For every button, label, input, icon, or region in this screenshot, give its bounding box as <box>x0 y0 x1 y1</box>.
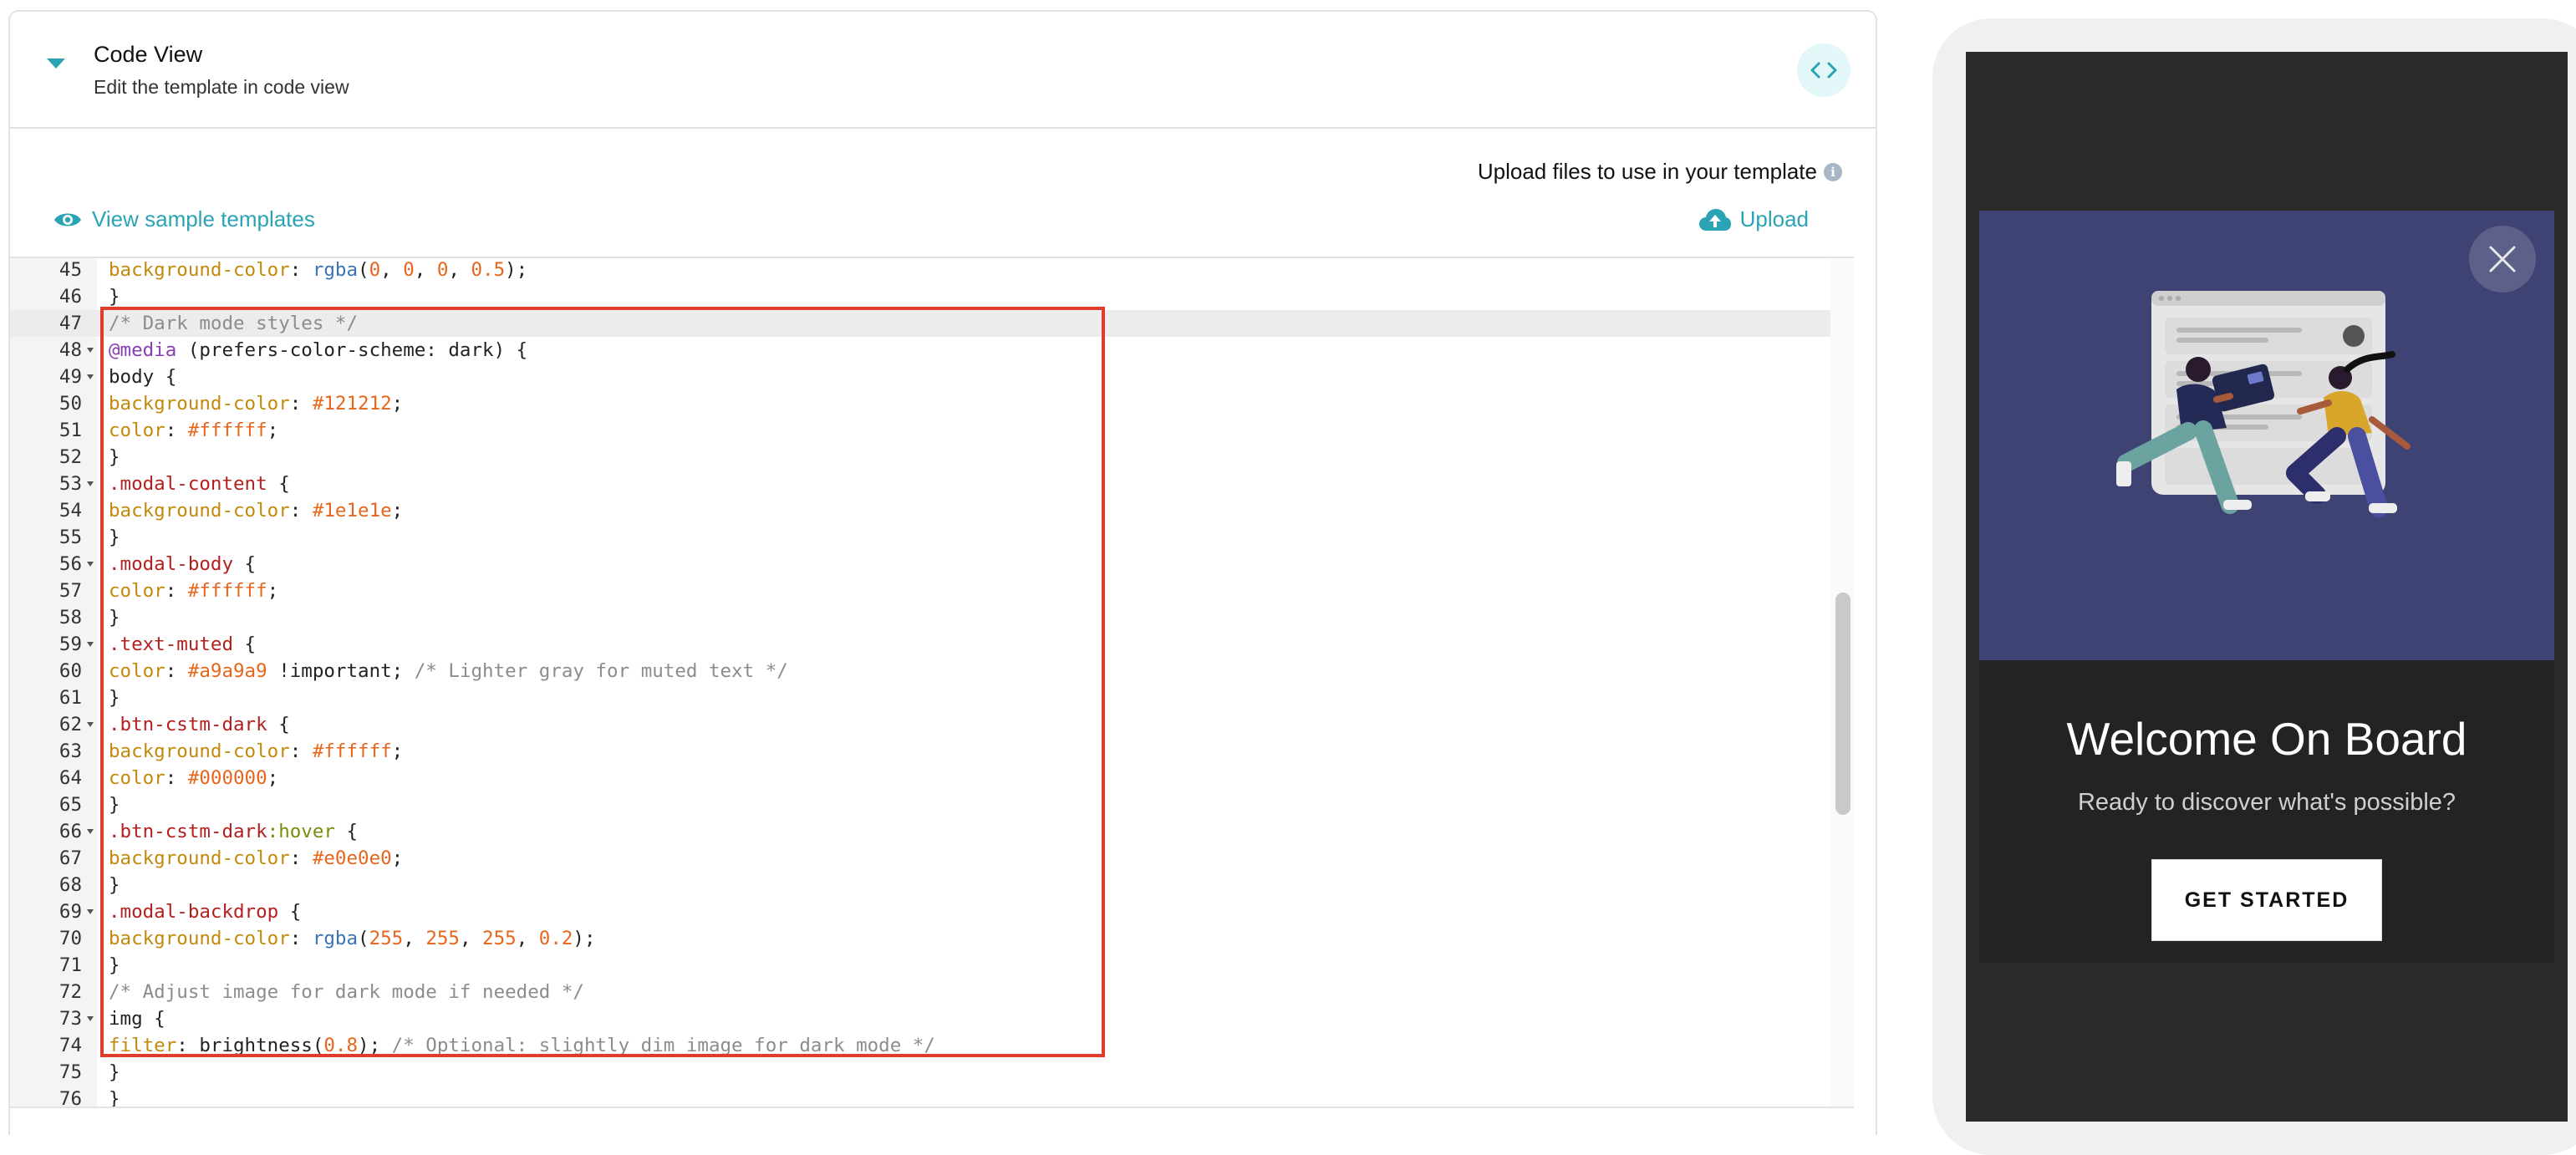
line-number: 74 <box>10 1032 82 1059</box>
line-number: 66 <box>10 818 82 845</box>
line-number: 49 <box>10 364 82 390</box>
code-token: 0.5 <box>471 259 506 281</box>
line-number: 63 <box>10 738 82 765</box>
fold-arrow-icon[interactable] <box>87 909 94 914</box>
line-number: 62 <box>10 711 82 738</box>
fold-arrow-icon[interactable] <box>87 1016 94 1021</box>
line-number: 70 <box>10 925 82 952</box>
line-number: 67 <box>10 845 82 872</box>
code-text: background-color: rgba(0, 0, 0, 0.5); <box>109 257 527 283</box>
code-token: , <box>448 259 471 281</box>
code-line[interactable]: 45 background-color: rgba(0, 0, 0, 0.5); <box>10 257 1854 283</box>
info-icon[interactable]: i <box>1824 163 1842 181</box>
code-token: ); <box>505 259 527 281</box>
view-sample-templates-link[interactable]: View sample templates <box>53 206 315 232</box>
fold-arrow-icon[interactable] <box>87 348 94 353</box>
line-number: 60 <box>10 658 82 684</box>
scrollbar-thumb[interactable] <box>1835 593 1851 815</box>
code-token: background-color <box>109 259 290 281</box>
line-number: 46 <box>10 283 82 310</box>
modal-close-button[interactable] <box>2469 226 2536 293</box>
view-sample-templates-label: View sample templates <box>92 206 315 232</box>
fold-arrow-icon[interactable] <box>87 829 94 834</box>
line-number: 56 <box>10 551 82 578</box>
line-number: 51 <box>10 417 82 444</box>
code-token: rgba <box>313 259 358 281</box>
code-token: , <box>380 259 403 281</box>
code-text: } <box>109 1086 120 1108</box>
line-number: 76 <box>10 1086 82 1108</box>
get-started-button[interactable]: GET STARTED <box>2151 859 2382 941</box>
code-line[interactable]: 75} <box>10 1059 1854 1086</box>
editor-scrollbar[interactable] <box>1830 258 1854 1107</box>
line-number: 61 <box>10 684 82 711</box>
line-number: 58 <box>10 604 82 631</box>
fold-arrow-icon[interactable] <box>87 722 94 727</box>
code-token: } <box>109 1061 120 1083</box>
code-text: } <box>109 1059 120 1086</box>
line-number: 54 <box>10 497 82 524</box>
line-number: 71 <box>10 952 82 979</box>
hero-image <box>1979 211 2554 660</box>
line-number: 57 <box>10 578 82 604</box>
upload-label: Upload <box>1740 206 1809 232</box>
team-collaboration-illustration <box>1979 211 2554 660</box>
collapse-chevron-icon[interactable] <box>47 59 65 69</box>
code-view-toggle-button[interactable] <box>1797 43 1851 97</box>
fold-arrow-icon[interactable] <box>87 374 94 379</box>
code-token: ( <box>358 259 369 281</box>
line-number: 59 <box>10 631 82 658</box>
preview-modal: Welcome On Board Ready to discover what'… <box>1979 211 2554 963</box>
code-token: 0 <box>403 259 415 281</box>
line-number: 47 <box>10 310 82 337</box>
line-number: 73 <box>10 1005 82 1032</box>
preview-screen: Welcome On Board Ready to discover what'… <box>1966 52 2568 1122</box>
code-token: } <box>109 1088 120 1108</box>
code-token: , <box>415 259 437 281</box>
line-number: 53 <box>10 471 82 497</box>
close-icon <box>2487 244 2517 274</box>
line-number: 72 <box>10 979 82 1005</box>
code-token: 0 <box>437 259 449 281</box>
eye-icon <box>53 211 82 229</box>
highlighted-code-region <box>100 307 1105 1057</box>
line-number: 48 <box>10 337 82 364</box>
line-number: 75 <box>10 1059 82 1086</box>
fold-arrow-icon[interactable] <box>87 562 94 567</box>
line-number: 52 <box>10 444 82 471</box>
code-token: : <box>290 259 313 281</box>
welcome-headline: Welcome On Board <box>1979 712 2554 766</box>
code-view-panel: Code View Edit the template in code view… <box>8 10 1877 1135</box>
fold-arrow-icon[interactable] <box>87 481 94 486</box>
line-number: 65 <box>10 791 82 818</box>
line-number: 50 <box>10 390 82 417</box>
upload-help-label: Upload files to use in your template <box>1478 159 1817 185</box>
line-number: 69 <box>10 898 82 925</box>
line-number: 55 <box>10 524 82 551</box>
welcome-subtext: Ready to discover what's possible? <box>1979 789 2554 817</box>
code-brackets-icon <box>1810 61 1838 79</box>
code-editor[interactable]: 45background-color: rgba(0, 0, 0, 0.5);4… <box>10 257 1854 1108</box>
cloud-upload-icon <box>1698 208 1732 232</box>
code-token: 0 <box>369 259 381 281</box>
panel-header: Code View Edit the template in code view <box>10 12 1876 129</box>
panel-subtitle: Edit the template in code view <box>94 76 349 99</box>
upload-help-text: Upload files to use in your template i <box>1478 159 1842 185</box>
fold-arrow-icon[interactable] <box>87 642 94 647</box>
panel-title: Code View <box>94 42 202 68</box>
upload-button[interactable]: Upload <box>1698 206 1809 232</box>
line-number: 45 <box>10 257 82 283</box>
line-number: 64 <box>10 765 82 791</box>
code-line[interactable]: 76} <box>10 1086 1854 1108</box>
line-number: 68 <box>10 872 82 898</box>
code-token: } <box>109 286 120 308</box>
